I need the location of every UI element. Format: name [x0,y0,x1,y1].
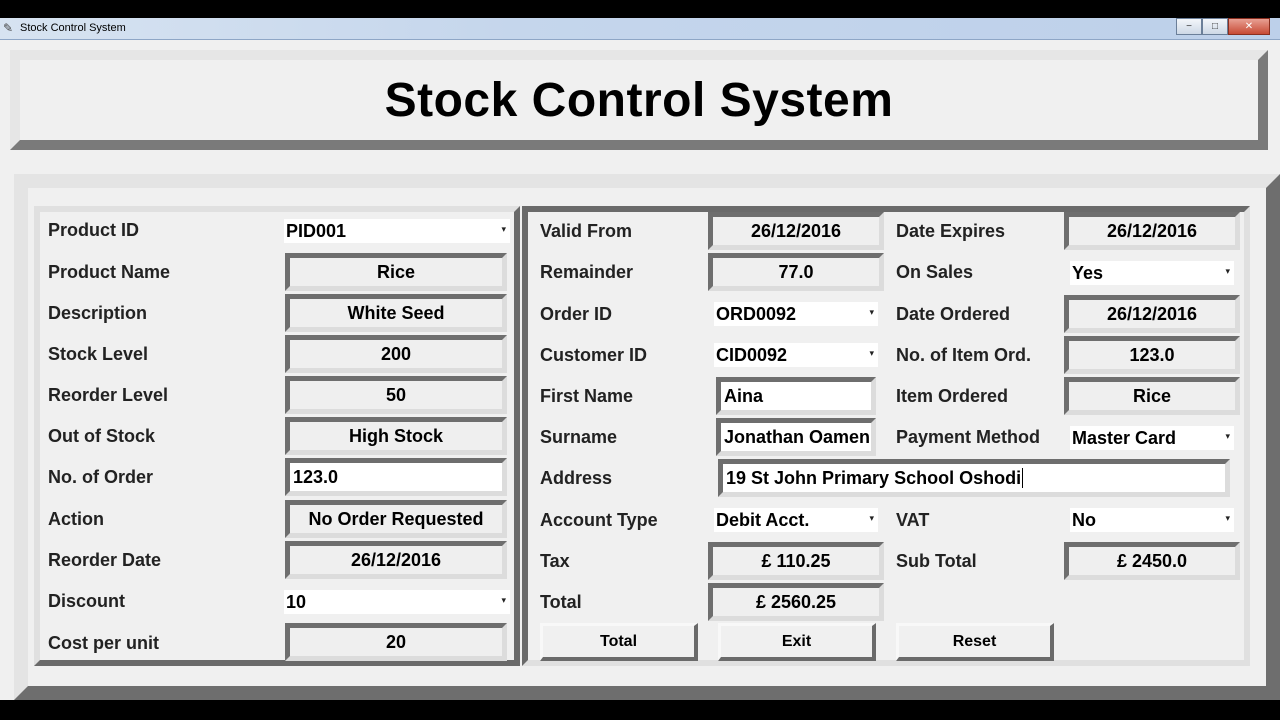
order-id-label: Order ID [540,304,613,324]
text-caret [1022,468,1024,488]
first-name-input[interactable]: Aina [716,377,876,415]
window-title: Stock Control System [20,22,126,34]
on-sales-label: On Sales [896,262,974,282]
account-type-value: Debit Acct. [716,509,810,530]
chevron-down-icon[interactable]: ▾ [1225,431,1230,442]
header-frame: Stock Control System [0,46,1280,156]
tax-label: Tax [540,551,570,571]
reset-button[interactable]: Reset [896,623,1054,661]
tax-field: £ 110.25 [708,542,884,580]
chevron-down-icon[interactable]: ▾ [869,307,874,318]
surname-input[interactable]: Jonathan Oamen [716,418,876,456]
date-ordered-field: 26/12/2016 [1064,295,1240,333]
customer-id-label: Customer ID [540,345,648,365]
product-id-value: PID001 [286,220,347,241]
address-label: Address [540,468,613,488]
order-id-value: ORD0092 [716,303,797,324]
valid-from-field: 26/12/2016 [708,212,884,250]
action-label: Action [48,509,104,529]
customer-id-value: CID0092 [716,344,788,365]
payment-method-value: Master Card [1072,427,1177,448]
item-ordered-label: Item Ordered [896,386,1009,406]
first-name-label: First Name [540,386,634,406]
reorder-level-field: 50 [285,376,507,414]
no-of-item-ord-field: 123.0 [1064,336,1240,374]
header-box: Stock Control System [10,50,1268,150]
date-expires-field: 26/12/2016 [1064,212,1240,250]
payment-method-combo[interactable]: Master Card ▾ [1070,426,1234,450]
sub-total-label: Sub Total [896,551,977,571]
remainder-label: Remainder [540,262,634,282]
discount-label: Discount [48,591,126,611]
close-button[interactable]: ✕ [1228,18,1270,35]
vat-value: No [1072,509,1096,530]
payment-method-label: Payment Method [896,427,1041,447]
no-of-item-ord-label: No. of Item Ord. [896,345,1031,365]
no-of-order-label: No. of Order [48,467,154,487]
cost-per-unit-label: Cost per unit [48,633,159,653]
maximize-button[interactable]: □ [1202,18,1228,35]
total-label: Total [540,592,582,612]
on-sales-value: Yes [1072,262,1104,283]
discount-value: 10 [286,591,307,612]
address-input[interactable]: 19 St John Primary School Oshodi [718,459,1230,497]
remainder-field: 77.0 [708,253,884,291]
chevron-down-icon[interactable]: ▾ [501,224,506,235]
vat-combo[interactable]: No ▾ [1070,508,1234,532]
feather-icon: ✎ [3,21,14,35]
reorder-date-field: 26/12/2016 [285,541,507,579]
surname-label: Surname [540,427,618,447]
sub-total-field: £ 2450.0 [1064,542,1240,580]
stock-level-label: Stock Level [48,344,149,364]
page-title: Stock Control System [384,73,894,127]
window-controls: − □ ✕ [1176,18,1270,35]
chevron-down-icon[interactable]: ▾ [1225,513,1230,524]
minimize-button[interactable]: − [1176,18,1202,35]
order-id-combo[interactable]: ORD0092 ▾ [714,302,878,326]
date-ordered-label: Date Ordered [896,304,1011,324]
customer-id-combo[interactable]: CID0092 ▾ [714,343,878,367]
exit-button[interactable]: Exit [718,623,876,661]
out-of-stock-field: High Stock [285,417,507,455]
account-type-combo[interactable]: Debit Acct. ▾ [714,508,878,532]
chevron-down-icon[interactable]: ▾ [869,513,874,524]
product-id-label: Product ID [48,220,140,240]
chevron-down-icon[interactable]: ▾ [1225,266,1230,277]
vat-label: VAT [896,510,930,530]
cost-per-unit-field: 20 [285,623,507,661]
item-ordered-field: Rice [1064,377,1240,415]
product-id-combo[interactable]: PID001 ▾ [284,219,510,243]
chevron-down-icon[interactable]: ▾ [501,595,506,606]
total-button[interactable]: Total [540,623,698,661]
description-label: Description [48,303,148,323]
chevron-down-icon[interactable]: ▾ [869,348,874,359]
action-field: No Order Requested [285,500,507,538]
description-field: White Seed [285,294,507,332]
stock-level-field: 200 [285,335,507,373]
discount-combo[interactable]: 10 ▾ [284,590,510,614]
product-name-field: Rice [285,253,507,291]
account-type-label: Account Type [540,510,658,530]
no-of-order-input[interactable]: 123.0 [285,458,507,496]
out-of-stock-label: Out of Stock [48,426,155,446]
reorder-level-label: Reorder Level [48,385,169,405]
valid-from-label: Valid From [540,221,633,241]
address-value: 19 St John Primary School Oshodi [726,467,1022,488]
date-expires-label: Date Expires [896,221,1006,241]
total-field: £ 2560.25 [708,583,884,621]
on-sales-combo[interactable]: Yes ▾ [1070,261,1234,285]
product-name-label: Product Name [48,262,171,282]
reorder-date-label: Reorder Date [48,550,162,570]
window-titlebar[interactable]: ✎ Stock Control System − □ ✕ [0,18,1280,40]
